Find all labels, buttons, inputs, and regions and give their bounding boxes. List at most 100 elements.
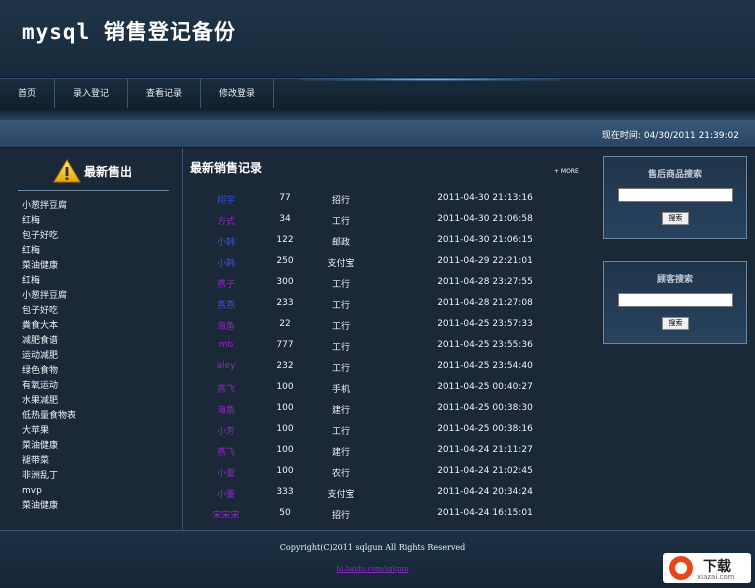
latest-sold-header: 最新售出 [52, 158, 132, 184]
record-quantity: 100 [276, 424, 294, 434]
more-link[interactable]: + MORE [554, 168, 579, 175]
record-payment: 工行 [331, 427, 350, 437]
record-row: 方式 34 工行 2011-04-30 21:06:58 [184, 209, 594, 230]
record-quantity: 777 [276, 340, 294, 350]
sold-item[interactable]: 绿色食物 [22, 364, 76, 379]
record-customer-link[interactable]: 海鱼 [206, 403, 246, 416]
record-customer-link[interactable]: 燕飞 [206, 445, 246, 458]
record-time: 2011-04-25 23:55:36 [437, 340, 533, 350]
sold-item[interactable]: 包子好吃 [22, 304, 76, 319]
divider-band [0, 108, 755, 120]
record-row: 翔宇 77 招行 2011-04-30 21:13:16 [184, 188, 594, 209]
record-payment: 农行 [331, 469, 350, 479]
watermark-logo: 下载 xiazai.com [663, 553, 751, 583]
record-row: 小董 333 支付宝 2011-04-24 20:34:24 [184, 482, 594, 503]
record-time: 2011-04-25 00:40:27 [437, 382, 533, 392]
watermark-subtext: xiazai.com [697, 573, 735, 581]
record-payment: 工行 [331, 364, 350, 374]
record-time: 2011-04-24 21:11:27 [437, 445, 533, 455]
record-row: 海鱼 100 建行 2011-04-25 00:38:30 [184, 398, 594, 419]
sold-item[interactable]: 菜油健康 [22, 439, 76, 454]
record-payment: 招行 [331, 511, 350, 521]
nav-item-entry[interactable]: 录入登记 [55, 79, 129, 109]
record-customer-link[interactable]: 翔宇 [206, 193, 246, 206]
sold-item[interactable]: 减肥食谱 [22, 334, 76, 349]
record-customer-link[interactable]: 燕子 [206, 277, 246, 290]
record-quantity: 34 [279, 214, 291, 224]
latest-sold-list: 小葱拌豆腐 红梅 包子好吃 红梅 菜油健康 红梅 小葱拌豆腐 包子好吃 粪食大本… [22, 199, 76, 514]
customer-search-input[interactable] [618, 293, 733, 307]
watermark-badge-icon [669, 556, 693, 580]
sold-item[interactable]: 有氧运动 [22, 379, 76, 394]
record-time: 2011-04-29 22:21:01 [437, 256, 533, 266]
record-customer-link[interactable]: 燕飞 [206, 382, 246, 395]
record-payment: 工行 [331, 280, 350, 290]
sales-records-title: 最新销售记录 [190, 161, 263, 175]
current-time: 现在时间: 04/30/2011 21:39:02 [602, 128, 739, 141]
record-row: 小韩 250 支付宝 2011-04-29 22:21:01 [184, 251, 594, 272]
sold-item[interactable]: 包子好吃 [22, 229, 76, 244]
record-time: 2011-04-24 21:02:45 [437, 466, 533, 476]
footer-link[interactable]: hi.baidu.com/sqlgun [0, 565, 745, 573]
record-quantity: 100 [276, 445, 294, 455]
nav-item-edit-login[interactable]: 修改登录 [201, 79, 275, 109]
sold-item[interactable]: 菜油健康 [22, 259, 76, 274]
sold-item[interactable]: 大苹果 [22, 424, 76, 439]
record-customer-link[interactable]: 燕燕 [206, 298, 246, 311]
nav-item-home[interactable]: 首页 [0, 79, 56, 109]
record-customer-link[interactable]: 宋宋宋 [206, 508, 246, 521]
record-time: 2011-04-24 20:34:24 [437, 487, 533, 497]
sold-item[interactable]: 粪食大本 [22, 319, 76, 334]
sales-records-panel: 最新销售记录 + MORE 翔宇 77 招行 2011-04-30 21:13:16 方… [184, 148, 594, 530]
record-customer-link[interactable]: 海鱼 [206, 319, 246, 332]
record-quantity: 233 [276, 298, 294, 308]
footer: Copyright(C)2011 sqlgun All Rights Reser… [0, 530, 755, 588]
record-payment: 建行 [331, 448, 350, 458]
record-time: 2011-04-25 00:38:30 [437, 403, 533, 413]
record-time: 2011-04-25 23:57:33 [437, 319, 533, 329]
record-customer-link[interactable]: 小韩 [206, 256, 246, 269]
divider [18, 190, 169, 191]
record-row: 海鱼 22 工行 2011-04-25 23:57:33 [184, 314, 594, 335]
record-customer-link[interactable]: 小韩 [206, 235, 246, 248]
sold-item[interactable]: 水果减肥 [22, 394, 76, 409]
sold-item[interactable]: 小葱拌豆腐 [22, 199, 76, 214]
record-customer-link[interactable]: 小董 [206, 487, 246, 500]
record-customer-link[interactable]: 小董 [206, 466, 246, 479]
record-customer-link[interactable]: aley [206, 361, 246, 371]
product-search-input[interactable] [618, 188, 733, 202]
record-quantity: 122 [276, 235, 294, 245]
nav-item-records[interactable]: 查看记录 [128, 79, 202, 109]
record-row: 小芳 100 工行 2011-04-25 00:38:16 [184, 419, 594, 440]
product-search-box: 售后商品搜索 搜索 [603, 156, 747, 239]
latest-sold-title: 最新售出 [84, 164, 133, 179]
record-row: 宋宋宋 50 招行 2011-04-24 16:15:01 [184, 503, 594, 524]
product-search-button[interactable]: 搜索 [662, 212, 689, 225]
record-quantity: 50 [279, 508, 291, 518]
sold-item[interactable]: 红梅 [22, 274, 76, 289]
sold-item[interactable]: 运动减肥 [22, 349, 76, 364]
record-time: 2011-04-30 21:06:58 [437, 214, 533, 224]
sold-item[interactable]: 低热量食物表 [22, 409, 76, 424]
record-row: 燕子 300 工行 2011-04-28 23:27:55 [184, 272, 594, 293]
sold-item[interactable]: 菜油健康 [22, 499, 76, 514]
sold-item[interactable]: mvp [22, 484, 76, 499]
sold-item[interactable]: 褪带菜 [22, 454, 76, 469]
record-customer-link[interactable]: 小芳 [206, 424, 246, 437]
record-customer-link[interactable]: mb [206, 340, 246, 350]
sold-item[interactable]: 红梅 [22, 214, 76, 229]
current-time-value: 04/30/2011 21:39:02 [643, 131, 739, 141]
sold-item[interactable]: 小葱拌豆腐 [22, 289, 76, 304]
customer-search-button[interactable]: 搜索 [662, 317, 689, 330]
record-quantity: 232 [276, 361, 294, 371]
record-payment: 邮政 [331, 238, 350, 248]
copyright-text: Copyright(C)2011 sqlgun All Rights Reser… [279, 543, 466, 552]
record-payment: 工行 [331, 217, 350, 227]
sold-item[interactable]: 红梅 [22, 244, 76, 259]
record-customer-link[interactable]: 方式 [206, 214, 246, 227]
record-time: 2011-04-28 23:27:55 [437, 277, 533, 287]
record-row: 小韩 122 邮政 2011-04-30 21:06:15 [184, 230, 594, 251]
record-quantity: 100 [276, 466, 294, 476]
sold-item[interactable]: 非洲乱丁 [22, 469, 76, 484]
record-quantity: 300 [276, 277, 294, 287]
